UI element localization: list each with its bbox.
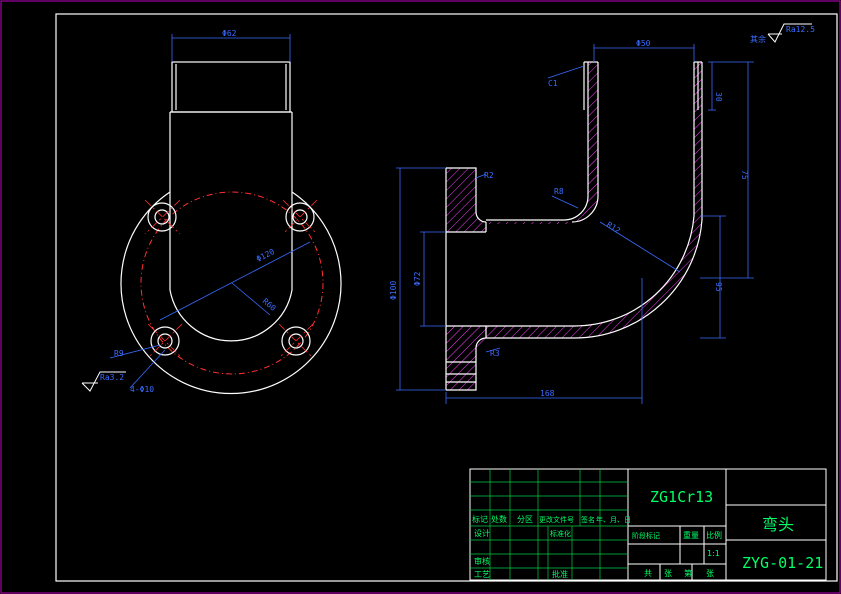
row-shenhe: 审核 (474, 556, 490, 566)
drawing-number-label: ZYG-01-21 (742, 554, 823, 572)
dim-r9: R9 (114, 349, 124, 358)
roughness-left: Ra3.2 (100, 373, 124, 382)
outer-border (0, 0, 841, 594)
sheet-zhang1: 张 (664, 569, 672, 578)
note-qita: 其余 (750, 34, 766, 44)
dim-r3: R3 (490, 349, 500, 358)
part-name-label: 弯头 (762, 515, 794, 534)
row-biaozhunhua: 标准化 (550, 529, 571, 538)
sheet-di: 第 (684, 568, 692, 578)
col-biaoji: 标记 (472, 514, 488, 524)
col-zhongliang: 重量 (683, 530, 699, 540)
row-gongyi: 工艺 (474, 570, 490, 579)
side-view (120, 61, 342, 395)
row-sheji: 设计 (474, 528, 490, 538)
dim-phi72: Φ72 (413, 271, 422, 286)
bolt-holes (147, 202, 315, 356)
col-jieduan: 阶段标记 (632, 531, 660, 540)
side-view-dimensions (109, 34, 311, 389)
threaded-end (171, 61, 291, 113)
section-view (446, 62, 702, 390)
col-chushu: 处数 (491, 514, 507, 524)
col-fenqu: 分区 (517, 515, 533, 524)
col-date: 年、月、日 (596, 515, 631, 524)
title-block-grid (470, 469, 628, 580)
flange-outline (120, 191, 342, 395)
col-qianming: 签名 (581, 515, 595, 524)
col-genggai: 更改文件号 (539, 515, 574, 524)
dim-r2-top: R2 (484, 171, 494, 180)
dim-phi62: Φ62 (222, 29, 237, 38)
row-pizhun: 批准 (552, 569, 568, 579)
dim-phi50: Φ50 (636, 39, 651, 48)
roughness-global: Ra12.5 (786, 25, 815, 34)
dim-h75: 75 (740, 170, 749, 180)
dim-h30: 30 (714, 92, 723, 102)
dim-r60: R60 (261, 297, 278, 313)
dim-bolt-holes: 4-Φ10 (130, 385, 154, 394)
sheet-gong: 共 (644, 569, 652, 578)
dim-h95: 95 (714, 282, 723, 292)
dim-phi100: Φ100 (389, 281, 398, 300)
dim-r8: R8 (554, 187, 564, 196)
dim-h168: 168 (540, 389, 555, 398)
material-label: ZG1Cr13 (650, 488, 713, 506)
drawing-canvas: Φ62 Φ120 R60 R9 4-Φ10 Ra3.2 Φ50 C1 30 75… (0, 0, 841, 594)
dim-c1: C1 (548, 79, 558, 88)
col-bili: 比例 (706, 530, 722, 540)
dim-r12: R12 (605, 220, 622, 235)
scale-value: 1:1 (707, 549, 720, 558)
sheet-zhang2: 张 (706, 569, 714, 578)
